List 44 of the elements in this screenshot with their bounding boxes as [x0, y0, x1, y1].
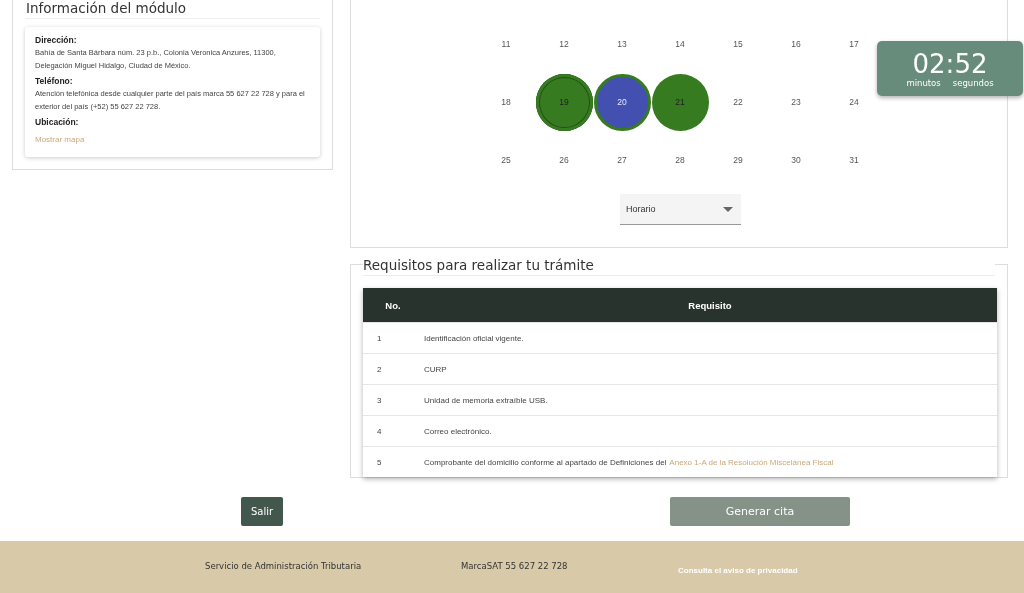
row-number: 4	[377, 426, 382, 436]
calendar-day[interactable]: 31	[834, 140, 874, 180]
calendar-day[interactable]: 26	[544, 140, 584, 180]
caret-icon	[723, 206, 733, 212]
timer-value: 02:52	[912, 49, 988, 78]
requirement-text: Identificación oficial vigente.	[424, 333, 524, 343]
requirement-text: Correo electrónico.	[424, 426, 492, 436]
calendar-day[interactable]: 23	[776, 82, 816, 122]
column-header: No.	[363, 288, 423, 323]
calendar-day[interactable]: 22	[718, 82, 758, 122]
calendar-day[interactable]: 13	[602, 24, 642, 64]
row-number: 1	[377, 333, 382, 343]
calendar-day[interactable]: 20	[593, 73, 651, 131]
calendar-day[interactable]: 17	[834, 24, 874, 64]
row-number: 2	[377, 364, 382, 374]
calendar-day[interactable]: 18	[486, 82, 526, 122]
calendar-day[interactable]: 28	[660, 140, 700, 180]
row-number: 3	[377, 395, 382, 405]
exit-button[interactable]: Salir	[241, 497, 283, 526]
calendar-day[interactable]: 11	[486, 24, 526, 64]
requirement-text: Unidad de memoria extraíble USB.	[424, 395, 548, 405]
column-header: Requisito	[423, 288, 997, 323]
calendar-day[interactable]: 15	[718, 24, 758, 64]
footer-text: Servicio de Administración Tributaria	[205, 561, 362, 571]
row-number: 5	[377, 457, 382, 467]
requirement-text: Comprobante del domicilio conforme al apartado de Definiciones del Anexo 1-A de la Resolución Miscelánea Fiscal	[424, 457, 834, 467]
panel-title: Requisitos para realizar tu trámite	[363, 257, 995, 276]
panel-title: Información del módulo	[25, 0, 320, 19]
section-label: Ubicación:	[35, 117, 80, 127]
timer-label: segundos	[952, 77, 994, 88]
schedule-select[interactable]: Horario	[620, 194, 741, 225]
calendar-day[interactable]: 25	[486, 140, 526, 180]
timer-label: minutos	[906, 77, 941, 88]
calendar-day[interactable]: 24	[834, 82, 874, 122]
calendar-day[interactable]: 29	[718, 140, 758, 180]
section-label: Teléfono:	[35, 76, 74, 86]
calendar-day[interactable]: 16	[776, 24, 816, 64]
calendar-day[interactable]: 14	[660, 24, 700, 64]
footer-phone: MarcaSAT 55 627 22 728	[461, 561, 568, 571]
calendar-day[interactable]: 30	[776, 140, 816, 180]
section-label: Dirección:	[35, 35, 78, 45]
requirement-text: CURP	[424, 364, 447, 374]
calendar-day[interactable]: 27	[602, 140, 642, 180]
calendar-day[interactable]: 12	[544, 24, 584, 64]
